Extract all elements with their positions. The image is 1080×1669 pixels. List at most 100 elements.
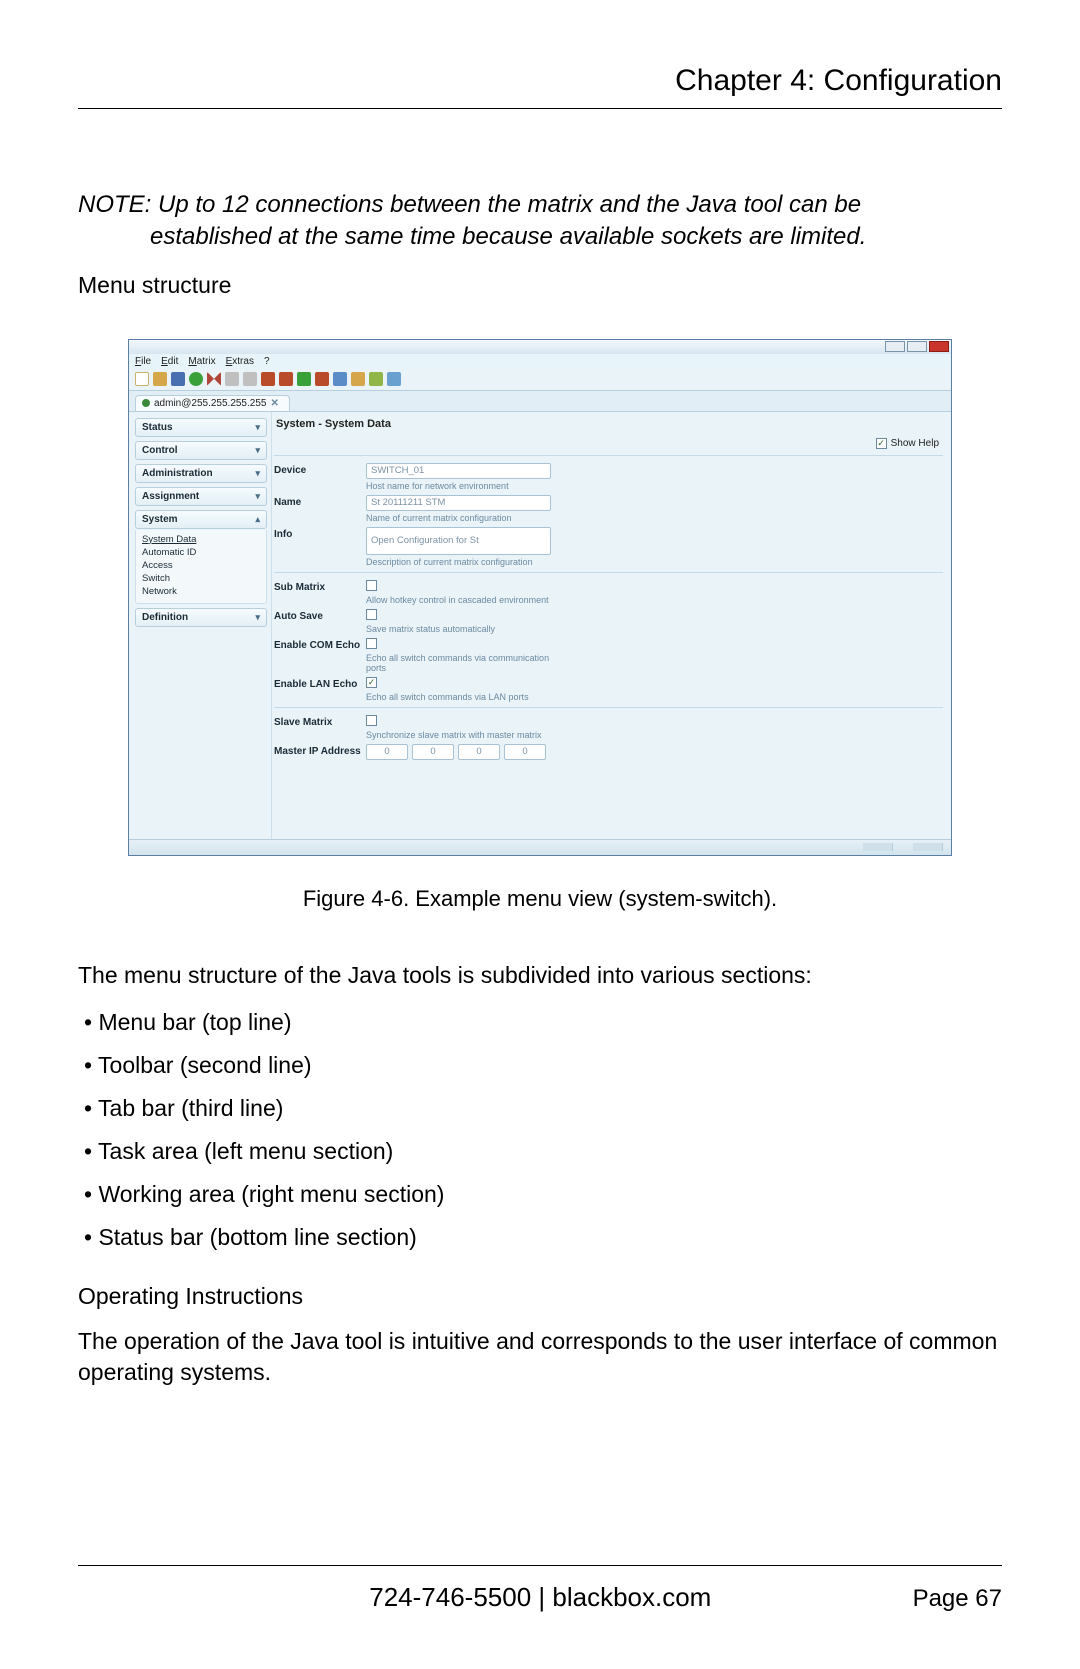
field-auto-save: Auto Save Save matrix status automatical…	[274, 606, 943, 635]
sidebar-sub-access[interactable]: Access	[142, 559, 262, 572]
bullet-task-area: Task area (left menu section)	[84, 1136, 1002, 1167]
device-label: Device	[274, 463, 366, 476]
tab-label: admin@255.255.255.255	[154, 398, 266, 409]
tab-bar: admin@255.255.255.255 ✕	[129, 391, 951, 412]
delete-icon[interactable]	[207, 372, 221, 386]
field-enable-com: Enable COM Echo Echo all switch commands…	[274, 635, 943, 674]
field-sub-matrix: Sub Matrix Allow hotkey control in casca…	[274, 577, 943, 606]
doc-icon-1[interactable]	[333, 372, 347, 386]
status-bar	[129, 839, 951, 855]
info-icon[interactable]	[387, 372, 401, 386]
menu-bar: File Edit Matrix Extras ?	[129, 354, 951, 369]
grid-icon[interactable]	[369, 372, 383, 386]
working-area-title: System - System Data	[274, 412, 943, 434]
enable-lan-label: Enable LAN Echo	[274, 677, 366, 690]
maximize-button[interactable]	[907, 341, 927, 352]
figure-caption: Figure 4-6. Example menu view (system-sw…	[78, 886, 1002, 912]
tab-close-icon[interactable]: ✕	[270, 398, 278, 409]
sub-matrix-hint: Allow hotkey control in cascaded environ…	[366, 595, 556, 605]
chevron-down-icon: ▾	[255, 468, 260, 479]
sidebar-item-definition[interactable]: Definition▾	[135, 608, 267, 627]
show-help-toggle[interactable]: ✓ Show Help	[274, 434, 943, 451]
chevron-down-icon: ▾	[255, 422, 260, 433]
ip-octet-1[interactable]	[366, 744, 408, 760]
ip-octet-2[interactable]	[412, 744, 454, 760]
enable-com-hint: Echo all switch commands via communicati…	[366, 653, 556, 673]
menu-file[interactable]: File	[135, 356, 151, 367]
chevron-down-icon: ▾	[255, 612, 260, 623]
sidebar-item-assignment[interactable]: Assignment ▾	[135, 487, 267, 506]
paste-icon[interactable]	[243, 372, 257, 386]
arrow-up-icon[interactable]	[297, 372, 311, 386]
ip-octet-3[interactable]	[458, 744, 500, 760]
note-line1: NOTE: Up to 12 connections between the m…	[78, 191, 861, 218]
doc-icon-2[interactable]	[351, 372, 365, 386]
tool-icon-1[interactable]	[261, 372, 275, 386]
menu-matrix[interactable]: Matrix	[188, 356, 215, 367]
menu-edit[interactable]: Edit	[161, 356, 178, 367]
enable-lan-checkbox[interactable]: ✓	[366, 677, 377, 688]
arrow-down-icon[interactable]	[315, 372, 329, 386]
connection-tab[interactable]: admin@255.255.255.255 ✕	[135, 395, 290, 411]
sub-matrix-label: Sub Matrix	[274, 580, 366, 593]
sidebar-label: Status	[142, 422, 173, 433]
sidebar-sub-automatic-id[interactable]: Automatic ID	[142, 546, 262, 559]
operating-instructions-heading: Operating Instructions	[78, 1281, 1002, 1312]
sidebar-item-control[interactable]: Control ▾	[135, 441, 267, 460]
sidebar-label: Administration	[142, 468, 213, 479]
sidebar-sub-system-data[interactable]: System Data	[142, 533, 262, 546]
note-block: NOTE: Up to 12 connections between the m…	[78, 189, 1002, 254]
screenshot-figure: File Edit Matrix Extras ?	[128, 339, 952, 856]
slave-matrix-checkbox[interactable]	[366, 715, 377, 726]
sidebar-label: System	[142, 514, 178, 525]
footer-contact: 724-746-5500 | blackbox.com	[78, 1582, 913, 1613]
show-help-label: Show Help	[891, 438, 939, 449]
menu-help[interactable]: ?	[264, 356, 270, 367]
new-icon[interactable]	[135, 372, 149, 386]
auto-save-checkbox[interactable]	[366, 609, 377, 620]
sidebar-item-status[interactable]: Status ▾	[135, 418, 267, 437]
name-input[interactable]	[366, 495, 551, 511]
refresh-icon[interactable]	[189, 372, 203, 386]
tool-icon-2[interactable]	[279, 372, 293, 386]
field-device: Device Host name for network environment	[274, 460, 943, 492]
chapter-title: Chapter 4: Configuration	[78, 64, 1002, 98]
bullet-toolbar: Toolbar (second line)	[84, 1050, 1002, 1081]
page-footer: 724-746-5500 | blackbox.com Page 67	[78, 1582, 1002, 1613]
enable-com-checkbox[interactable]	[366, 638, 377, 649]
checkbox-icon: ✓	[876, 438, 887, 449]
open-icon[interactable]	[153, 372, 167, 386]
structure-bullet-list: Menu bar (top line) Toolbar (second line…	[78, 1007, 1002, 1253]
sidebar-sub-network[interactable]: Network	[142, 585, 262, 598]
info-input[interactable]	[366, 527, 551, 555]
bullet-working-area: Working area (right menu section)	[84, 1179, 1002, 1210]
sub-matrix-checkbox[interactable]	[366, 580, 377, 591]
field-master-ip: Master IP Address	[274, 741, 943, 761]
chevron-down-icon: ▾	[255, 445, 260, 456]
auto-save-label: Auto Save	[274, 609, 366, 622]
note-line2: established at the same time because ava…	[150, 221, 1002, 253]
info-label: Info	[274, 527, 366, 540]
toolbar	[129, 369, 951, 391]
sidebar-label: Control	[142, 445, 178, 456]
save-icon[interactable]	[171, 372, 185, 386]
copy-icon[interactable]	[225, 372, 239, 386]
statusbar-segment	[913, 843, 943, 851]
sidebar-item-system[interactable]: System▴	[135, 510, 267, 529]
sidebar-label: Assignment	[142, 491, 199, 502]
window-titlebar	[129, 340, 951, 354]
statusbar-segment	[863, 843, 893, 851]
ip-octet-4[interactable]	[504, 744, 546, 760]
sidebar-sub-switch[interactable]: Switch	[142, 572, 262, 585]
bullet-status-bar: Status bar (bottom line section)	[84, 1222, 1002, 1253]
intro-paragraph: The menu structure of the Java tools is …	[78, 960, 1002, 991]
device-input[interactable]	[366, 463, 551, 479]
field-enable-lan: Enable LAN Echo ✓ Echo all switch comman…	[274, 674, 943, 703]
device-hint: Host name for network environment	[366, 481, 556, 491]
menu-extras[interactable]: Extras	[226, 356, 254, 367]
minimize-button[interactable]	[885, 341, 905, 352]
sidebar-item-administration[interactable]: Administration ▾	[135, 464, 267, 483]
chevron-down-icon: ▾	[255, 491, 260, 502]
close-button[interactable]	[929, 341, 949, 352]
name-hint: Name of current matrix configuration	[366, 513, 556, 523]
